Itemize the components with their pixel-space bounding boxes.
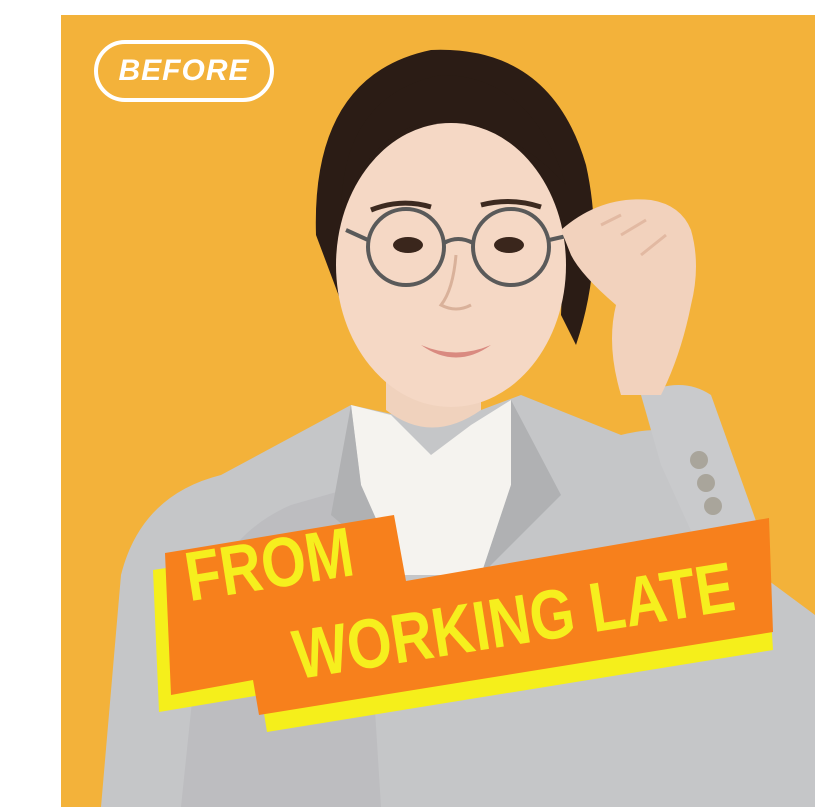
sleeve-button [704,497,722,515]
before-photo-card: BEFORE FROM WORKING LATE [61,15,815,807]
woman-adjusting-glasses-photo [61,15,815,807]
sleeve-button [690,451,708,469]
left-eye [393,237,423,253]
sleeve-button [697,474,715,492]
right-eye [494,237,524,253]
before-label: BEFORE [118,54,250,87]
before-badge: BEFORE [94,40,274,102]
